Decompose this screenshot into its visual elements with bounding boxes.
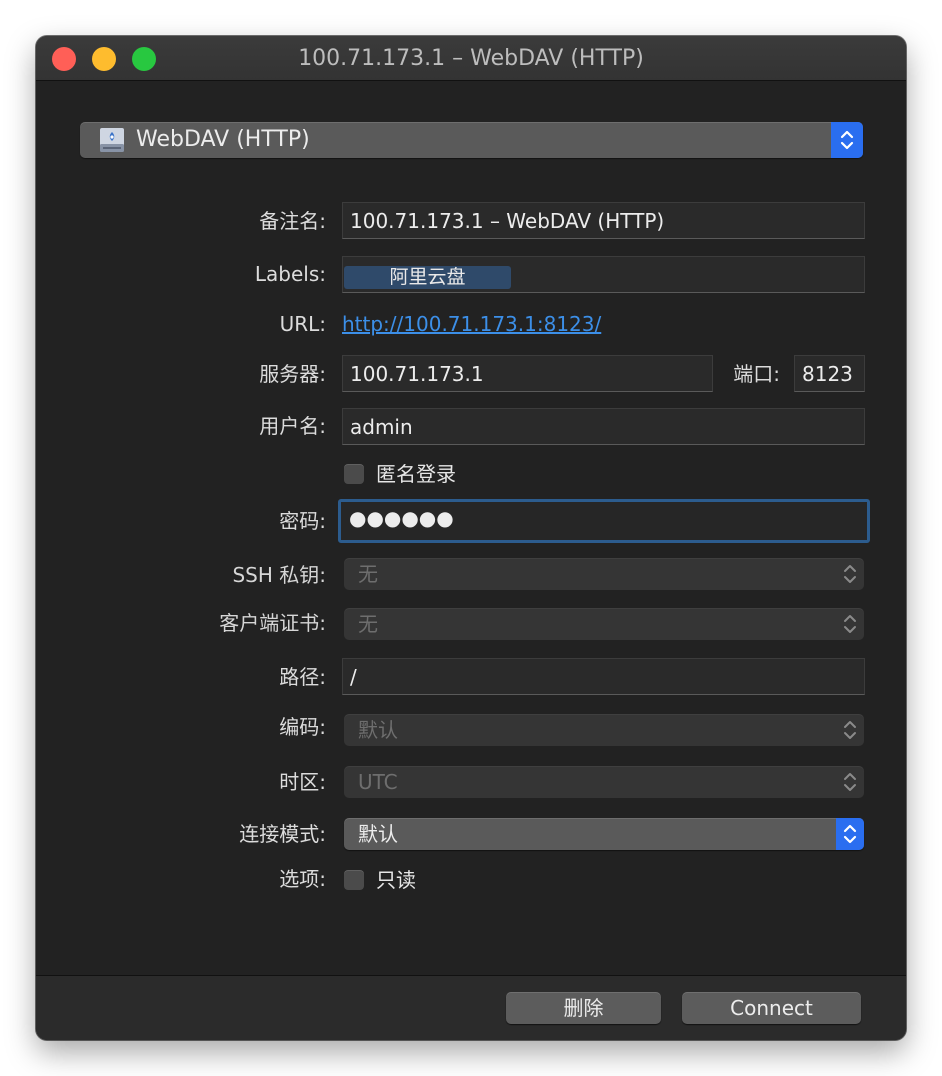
path-field[interactable]: /	[342, 658, 865, 695]
window-title: 100.71.173.1 – WebDAV (HTTP)	[298, 46, 644, 71]
chevron-updown-icon	[840, 130, 854, 150]
protocol-label: WebDAV (HTTP)	[136, 127, 310, 152]
labels-label: Labels:	[254, 262, 326, 286]
options-label: 选项:	[279, 867, 326, 891]
timezone-popup[interactable]: UTC	[344, 766, 864, 798]
encoding-value: 默认	[358, 718, 398, 742]
connect-mode-stepper[interactable]	[836, 818, 864, 850]
encoding-label: 编码:	[279, 715, 326, 739]
bookmark-window: 100.71.173.1 – WebDAV (HTTP) WebDAV (HTT…	[36, 36, 906, 1040]
path-label: 路径:	[279, 665, 326, 689]
chevron-updown-icon	[844, 615, 856, 633]
url-link[interactable]: http://100.71.173.1:8123/	[342, 312, 601, 336]
port-field[interactable]: 8123	[794, 355, 865, 392]
ssh-key-label: SSH 私钥:	[232, 563, 326, 587]
protocol-popup[interactable]: WebDAV (HTTP)	[80, 122, 863, 158]
anonymous-label: 匿名登录	[376, 462, 456, 486]
nickname-label: 备注名:	[259, 209, 326, 233]
connect-button[interactable]: Connect	[682, 992, 861, 1024]
server-label: 服务器:	[259, 362, 326, 386]
webdav-drive-icon	[100, 128, 124, 152]
label-tag[interactable]: 阿里云盘	[344, 266, 511, 289]
port-label: 端口:	[733, 362, 780, 386]
username-label: 用户名:	[259, 414, 326, 438]
title-bar[interactable]: 100.71.173.1 – WebDAV (HTTP)	[36, 36, 906, 81]
timezone-value: UTC	[358, 770, 398, 794]
encoding-popup[interactable]: 默认	[344, 714, 864, 746]
chevron-updown-icon	[844, 721, 856, 739]
ssh-key-popup[interactable]: 无	[344, 558, 864, 590]
username-field[interactable]: admin	[342, 408, 865, 445]
footer-bar: 删除 Connect	[36, 976, 906, 1040]
password-field[interactable]: ●●●●●●	[338, 499, 870, 543]
readonly-label: 只读	[376, 868, 416, 892]
client-cert-value: 无	[358, 612, 378, 636]
protocol-stepper[interactable]	[831, 122, 863, 158]
timezone-label: 时区:	[279, 770, 326, 794]
url-label: URL:	[279, 312, 326, 336]
readonly-checkbox[interactable]	[344, 870, 364, 890]
connect-mode-popup[interactable]: 默认	[344, 818, 864, 850]
client-cert-label: 客户端证书:	[219, 611, 326, 635]
connect-mode-value: 默认	[358, 822, 398, 846]
connect-mode-label: 连接模式:	[239, 822, 326, 846]
delete-button[interactable]: 删除	[506, 992, 661, 1024]
anonymous-checkbox[interactable]	[344, 464, 364, 484]
chevron-updown-icon	[844, 773, 856, 791]
server-field[interactable]: 100.71.173.1	[342, 355, 713, 392]
nickname-field[interactable]: 100.71.173.1 – WebDAV (HTTP)	[342, 202, 865, 239]
chevron-updown-icon	[844, 565, 856, 583]
ssh-key-value: 无	[358, 562, 378, 586]
client-cert-popup[interactable]: 无	[344, 608, 864, 640]
password-label: 密码:	[279, 509, 326, 533]
chevron-updown-icon	[843, 824, 857, 844]
